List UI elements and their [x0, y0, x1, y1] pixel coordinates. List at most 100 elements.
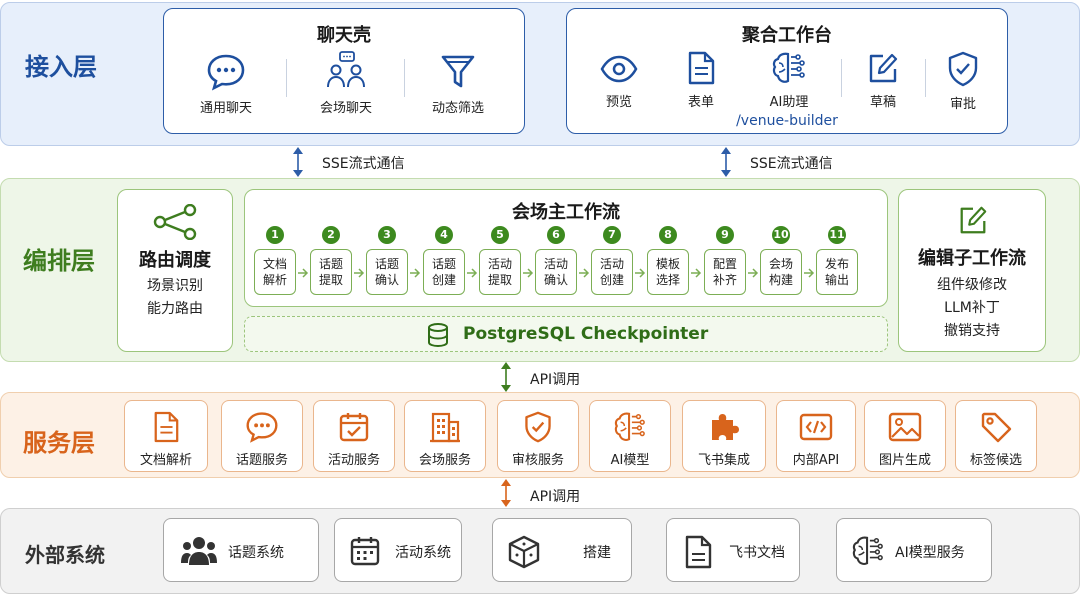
step-number: 6 [547, 226, 565, 244]
workflow-step[interactable]: 话题 确认 [366, 249, 408, 295]
step-label-line: 文档 [262, 257, 287, 271]
main-workflow-title: 会场主工作流 [512, 202, 620, 223]
service-label: 内部API [792, 453, 840, 468]
external-label: 活动系统 [395, 545, 451, 561]
workbench-title: 聚合工作台 [742, 25, 832, 46]
cube-icon [508, 535, 540, 569]
api-label-top: API调用 [530, 372, 581, 388]
service-label: 文档解析 [139, 453, 192, 468]
checkpointer-label: PostgreSQL Checkpointer [463, 324, 709, 344]
service-ai-model[interactable]: AI模型 [589, 400, 671, 472]
workflow-step[interactable]: 会场 构建 [760, 249, 802, 295]
tag-icon [981, 412, 1012, 443]
approval-item[interactable]: 审批 [923, 51, 1003, 112]
chat-bubble-icon [207, 54, 245, 91]
step-label-line: 确认 [543, 273, 568, 287]
router-line: 能力路由 [147, 301, 203, 317]
router-box: 路由调度 场景识别 能力路由 [117, 189, 233, 352]
code-icon [799, 413, 833, 441]
workflow-step[interactable]: 话题 创建 [423, 249, 465, 295]
step-label-line: 活动 [599, 257, 624, 271]
external-label: 话题系统 [228, 545, 284, 561]
step-label-line: 提取 [487, 273, 512, 287]
workflow-step[interactable]: 活动 创建 [591, 249, 633, 295]
calendar-check-icon [339, 413, 369, 442]
divider [841, 59, 842, 97]
service-internal-api[interactable]: 内部API [776, 400, 856, 472]
step-arrow [354, 268, 365, 278]
step-number: 7 [603, 226, 621, 244]
sse-label-right: SSE流式通信 [750, 156, 833, 172]
external-topic-system[interactable]: 话题系统 [163, 518, 319, 582]
sse-arrow-right [721, 147, 731, 177]
external-label: AI模型服务 [895, 545, 965, 561]
external-build[interactable]: 搭建 [492, 518, 632, 582]
external-label: 搭建 [583, 545, 611, 561]
chat-shell-box: 聊天壳 通用聊天 会场聊天 动态筛选 [163, 8, 525, 134]
draft-label: 草稿 [869, 95, 896, 110]
router-line: 场景识别 [147, 278, 203, 294]
service-topic[interactable]: 话题服务 [221, 400, 303, 472]
ai-assistant-item[interactable]: AI助理 [749, 51, 829, 110]
api-arrow-top [501, 362, 511, 392]
step-number: 2 [322, 226, 340, 244]
service-tag-candidate[interactable]: 标签候选 [955, 400, 1037, 472]
people-chat-icon [327, 51, 365, 88]
draft-item[interactable]: 草稿 [843, 51, 923, 110]
service-label: 飞书集成 [697, 453, 750, 468]
editor-title: 编辑子工作流 [918, 248, 1026, 269]
service-activity[interactable]: 活动服务 [313, 400, 395, 472]
dynamic-filter-item[interactable]: 动态筛选 [418, 53, 498, 116]
external-label: 飞书文档 [729, 545, 785, 561]
building-icon [430, 412, 460, 443]
step-number: 4 [435, 226, 453, 244]
step-arrow [467, 268, 478, 278]
sse-arrow-left [293, 147, 303, 177]
service-label: AI模型 [610, 453, 650, 468]
service-feishu[interactable]: 飞书集成 [682, 400, 766, 472]
step-label-line: 构建 [768, 273, 793, 287]
form-item[interactable]: 表单 [661, 51, 741, 110]
router-title: 路由调度 [139, 250, 211, 271]
step-label-line: 话题 [374, 257, 399, 271]
external-ai-model-service[interactable]: AI模型服务 [836, 518, 992, 582]
approval-label: 审批 [949, 97, 976, 112]
step-arrow [748, 268, 759, 278]
step-arrow [691, 268, 702, 278]
workflow-step[interactable]: 活动 确认 [535, 249, 577, 295]
general-chat-item[interactable]: 通用聊天 [186, 53, 266, 116]
step-label-line: 活动 [543, 257, 568, 271]
step-arrow [523, 268, 534, 278]
step-number: 10 [772, 226, 790, 244]
general-chat-label: 通用聊天 [199, 101, 252, 116]
chat-shell-title: 聊天壳 [317, 25, 371, 46]
venue-chat-item[interactable]: 会场聊天 [306, 51, 386, 116]
service-review[interactable]: 审核服务 [497, 400, 579, 472]
workflow-step[interactable]: 发布 输出 [816, 249, 858, 295]
service-label: 图片生成 [878, 453, 931, 468]
service-image-gen[interactable]: 图片生成 [864, 400, 946, 472]
workflow-step[interactable]: 模板 选择 [647, 249, 689, 295]
step-label-line: 创建 [431, 273, 456, 287]
route-label: /venue-builder [736, 113, 838, 129]
step-label-line: 活动 [487, 257, 512, 271]
service-venue[interactable]: 会场服务 [404, 400, 486, 472]
workflow-step[interactable]: 配置 补齐 [704, 249, 746, 295]
workflow-step[interactable]: 文档 解析 [254, 249, 296, 295]
database-icon [428, 323, 448, 347]
step-label-line: 提取 [318, 273, 343, 287]
step-number: 11 [828, 226, 846, 244]
step-arrow [635, 268, 646, 278]
api-arrow-bottom [501, 479, 511, 507]
workflow-step[interactable]: 话题 提取 [310, 249, 352, 295]
workbench-box: 聚合工作台 预览 表单 AI助理 草稿 审批 /venue-builder [566, 8, 1008, 134]
service-doc-parse[interactable]: 文档解析 [124, 400, 208, 472]
calendar-icon [350, 537, 380, 566]
preview-item[interactable]: 预览 [579, 53, 659, 110]
workflow-step[interactable]: 活动 提取 [479, 249, 521, 295]
external-activity-system[interactable]: 活动系统 [334, 518, 462, 582]
divider [404, 59, 405, 97]
step-number: 5 [491, 226, 509, 244]
external-feishu-doc[interactable]: 飞书文档 [666, 518, 800, 582]
ai-brain-icon [772, 52, 805, 83]
